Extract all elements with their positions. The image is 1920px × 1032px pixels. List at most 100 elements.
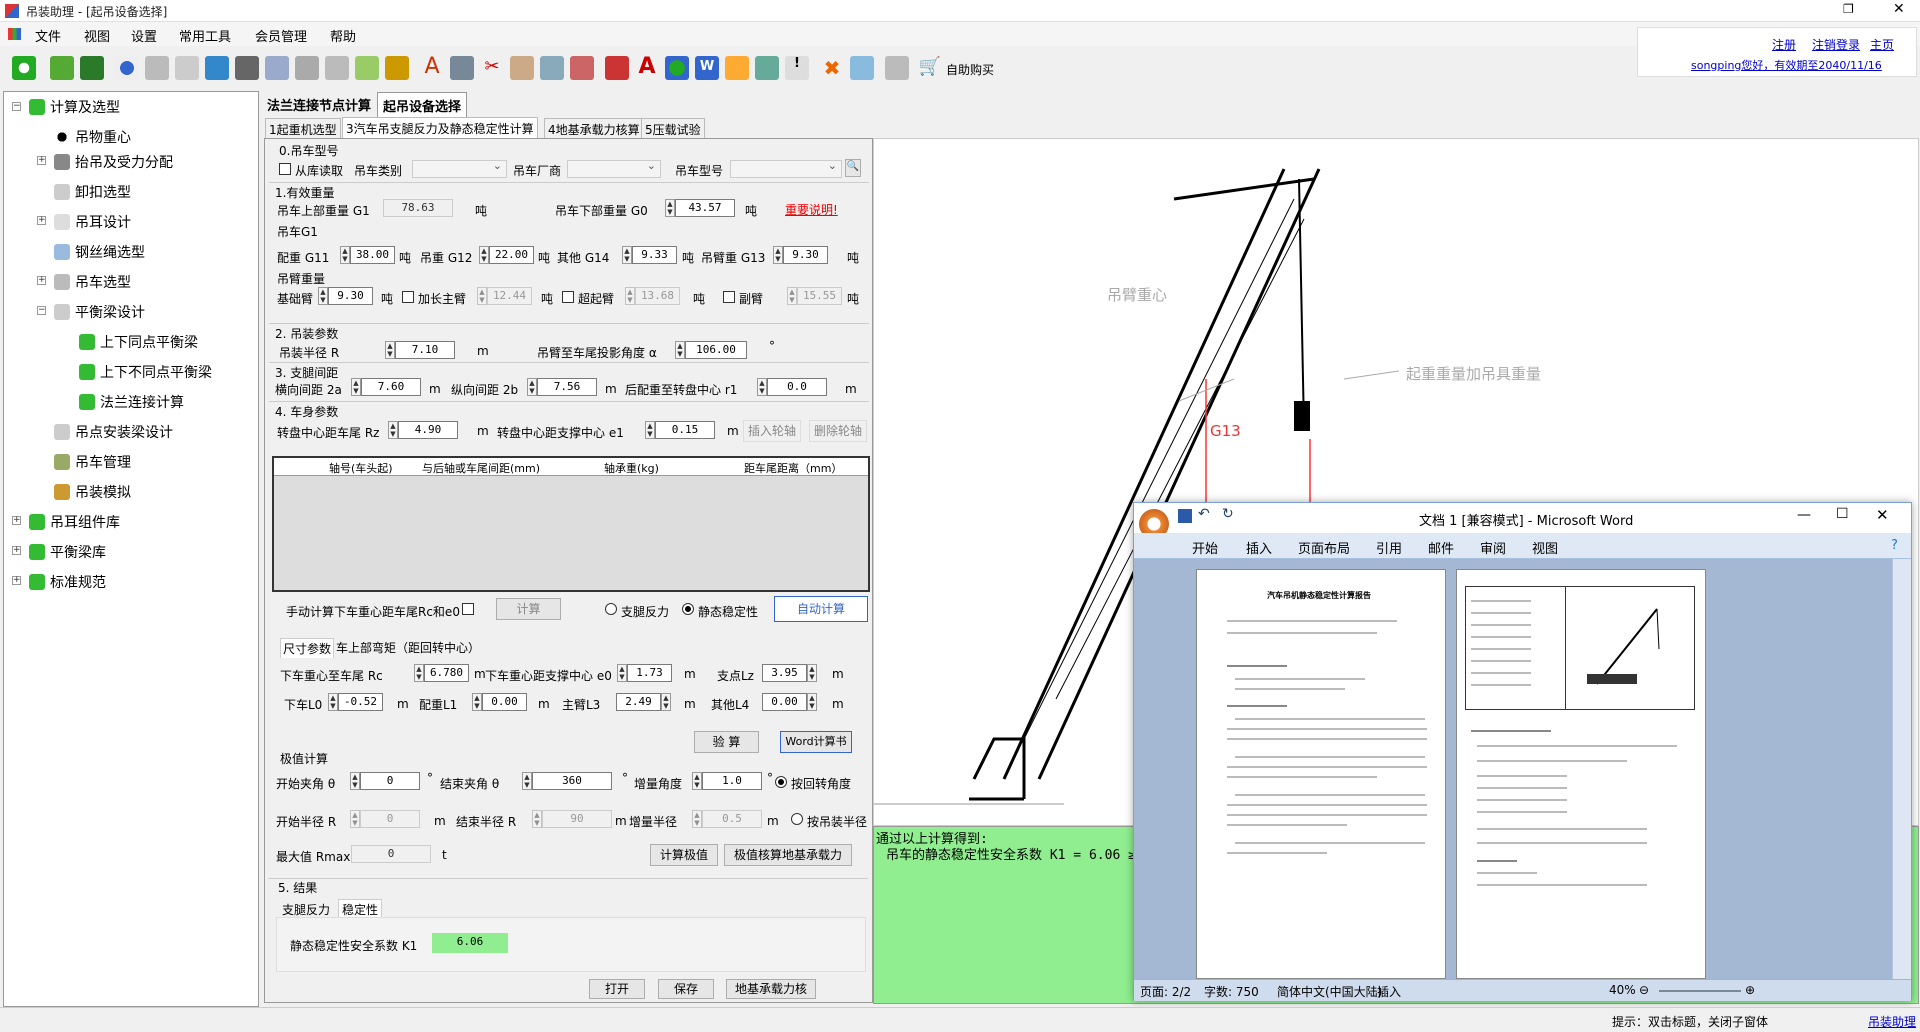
calc-max-button[interactable]: 计算极值 <box>650 844 718 866</box>
calculator-icon[interactable] <box>450 56 474 80</box>
counterweight-input[interactable]: 38.00 <box>350 246 395 264</box>
tree-item-shackle[interactable]: 卸扣选型 <box>54 182 131 202</box>
hand-icon[interactable] <box>540 56 564 80</box>
lower-weight-input[interactable]: 43.57 <box>675 199 735 217</box>
a-text-icon[interactable]: A <box>420 56 444 80</box>
rz-input[interactable]: 4.90 <box>398 421 458 439</box>
ribbon-tab-layout[interactable]: 页面布局 <box>1298 538 1350 557</box>
spin-icon[interactable]: ▲ ▼ <box>385 341 395 359</box>
web-icon[interactable] <box>665 56 689 80</box>
save-button[interactable]: 保存 <box>658 979 714 999</box>
ribbon-tab-view[interactable]: 视图 <box>1532 538 1558 557</box>
maximize-icon[interactable]: ☐ <box>1836 506 1849 522</box>
cart-icon[interactable]: 🛒 <box>918 56 942 80</box>
exit-icon[interactable]: ✖ <box>820 56 844 80</box>
nodes-icon[interactable] <box>725 56 749 80</box>
model-select[interactable] <box>730 159 842 178</box>
ribbon-tab-home[interactable]: 开始 <box>1192 538 1218 557</box>
brush-icon[interactable] <box>570 56 594 80</box>
info-icon[interactable]: ! <box>785 56 809 80</box>
close-icon[interactable]: ✕ <box>1893 1 1905 17</box>
tab-moment[interactable]: 车上部弯矩（距回转中心） <box>334 638 482 657</box>
spin-icon[interactable]: ▲ ▼ <box>807 664 817 682</box>
status-link[interactable]: 吊装助理 <box>1868 1013 1916 1030</box>
tool-icon[interactable] <box>510 56 534 80</box>
spin-icon[interactable]: ▲ ▼ <box>350 772 360 790</box>
from-lib-checkbox[interactable] <box>279 163 291 175</box>
tree-item-lug[interactable]: 吊耳设计 <box>54 212 131 232</box>
pdf-icon[interactable] <box>605 56 629 80</box>
user-greeting[interactable]: songping您好，有效期至2040/11/16 <box>1691 57 1882 73</box>
tree-root-standards[interactable]: 标准规范 <box>29 572 106 592</box>
close-icon[interactable]: ✕ <box>1876 506 1889 524</box>
angle-input[interactable]: 106.00 <box>685 341 747 359</box>
by-angle-radio[interactable] <box>775 776 787 788</box>
expand-icon[interactable]: + <box>37 156 46 165</box>
spin-icon[interactable]: ▲ ▼ <box>692 772 702 790</box>
tab-flange[interactable]: 法兰连接节点计算 <box>262 92 376 117</box>
word-window[interactable]: ↶ ↻ 文档 1 [兼容模式] - Microsoft Word — ☐ ✕ 开… <box>1133 502 1912 1001</box>
logout-link[interactable]: 注销登录 <box>1812 36 1860 53</box>
tree-item-sim[interactable]: 吊装模拟 <box>54 482 131 502</box>
by-radius-radio[interactable] <box>791 813 803 825</box>
tree-item-manage[interactable]: 吊车管理 <box>54 452 131 472</box>
spin-icon[interactable]: ▲ ▼ <box>318 287 328 305</box>
menu-settings[interactable]: 设置 <box>131 26 157 45</box>
super-boom-checkbox[interactable] <box>562 291 574 303</box>
spin-icon[interactable]: ▲ ▼ <box>479 246 489 264</box>
auto-calc-button[interactable]: 自动计算 <box>774 596 868 622</box>
spin-icon[interactable]: ▲ ▼ <box>522 772 532 790</box>
spin-icon[interactable]: ▲ ▼ <box>665 199 675 217</box>
expand-icon[interactable]: + <box>37 276 46 285</box>
menu-tools[interactable]: 常用工具 <box>179 26 231 45</box>
zoom-out-icon[interactable]: ⊖ <box>1639 983 1649 997</box>
base-boom-input[interactable]: 9.30 <box>328 287 373 305</box>
menu-view[interactable]: 视图 <box>84 26 110 45</box>
axle-table[interactable]: 轴号(车头起) 与后轴或车尾间距(mm) 轴承重(kg) 距车尾距离（mm） <box>272 456 870 592</box>
clipboard-icon[interactable] <box>885 56 909 80</box>
refresh-icon[interactable] <box>12 56 36 80</box>
crane-icon[interactable] <box>295 56 319 80</box>
tab-crane-select[interactable]: 起吊设备选择 <box>377 92 468 118</box>
open-button[interactable]: 打开 <box>589 979 645 999</box>
tab-crane-type[interactable]: 1起重机选型 <box>265 118 341 140</box>
end-angle-input[interactable]: 360 <box>532 772 612 790</box>
expand-icon[interactable]: + <box>12 576 21 585</box>
rc-input[interactable]: 6.780 <box>424 664 469 682</box>
radius-input[interactable]: 7.10 <box>395 341 455 359</box>
search-icon[interactable]: 🔍 <box>845 159 861 177</box>
spin-icon[interactable]: ▲ ▼ <box>773 246 783 264</box>
tree-sub-diff[interactable]: 上下不同点平衡梁 <box>79 362 212 382</box>
tree-item-rope[interactable]: 钢丝绳选型 <box>54 242 145 262</box>
tree-item-lift[interactable]: 抬吊及受力分配 <box>54 152 173 172</box>
lz-input[interactable]: 3.95 <box>762 664 807 682</box>
tab-reaction[interactable]: 支腿反力 <box>282 901 330 918</box>
l3-input[interactable]: 2.49 <box>616 693 661 711</box>
eraser-icon[interactable] <box>850 56 874 80</box>
calc-button[interactable]: 计算 <box>496 598 561 620</box>
spin-icon[interactable]: ▲ ▼ <box>388 421 398 439</box>
menu-member[interactable]: 会员管理 <box>255 26 307 45</box>
scissors-icon[interactable]: ✂ <box>480 56 504 80</box>
minimize-icon[interactable]: — <box>1797 507 1811 523</box>
restore-icon[interactable]: ❐ <box>1843 2 1854 16</box>
l4-input[interactable]: 0.00 <box>762 693 807 711</box>
lateral-input[interactable]: 7.60 <box>361 378 421 396</box>
spin-icon[interactable]: ▲ ▼ <box>645 421 655 439</box>
l0-input[interactable]: -0.52 <box>338 693 383 711</box>
spin-icon[interactable]: ▲ ▼ <box>622 246 632 264</box>
tree-root-lugs[interactable]: 吊耳组件库 <box>29 512 120 532</box>
expand-icon[interactable]: + <box>12 546 21 555</box>
tab-load-test[interactable]: 5压载试验 <box>641 118 705 140</box>
beam-icon[interactable] <box>145 56 169 80</box>
boom-weight-input[interactable]: 9.30 <box>783 246 828 264</box>
collapse-icon[interactable]: − <box>37 306 46 315</box>
tree-item-mount[interactable]: 吊点安装梁设计 <box>54 422 173 442</box>
vertical-scrollbar[interactable] <box>1892 559 1911 979</box>
tab-ground[interactable]: 4地基承载力核算 <box>544 118 644 140</box>
buy-link[interactable]: 自助购买 <box>946 61 994 78</box>
longitudinal-input[interactable]: 7.56 <box>537 378 597 396</box>
globe-icon[interactable] <box>115 56 139 80</box>
document-page[interactable] <box>1456 569 1706 979</box>
lug-icon[interactable] <box>205 56 229 80</box>
